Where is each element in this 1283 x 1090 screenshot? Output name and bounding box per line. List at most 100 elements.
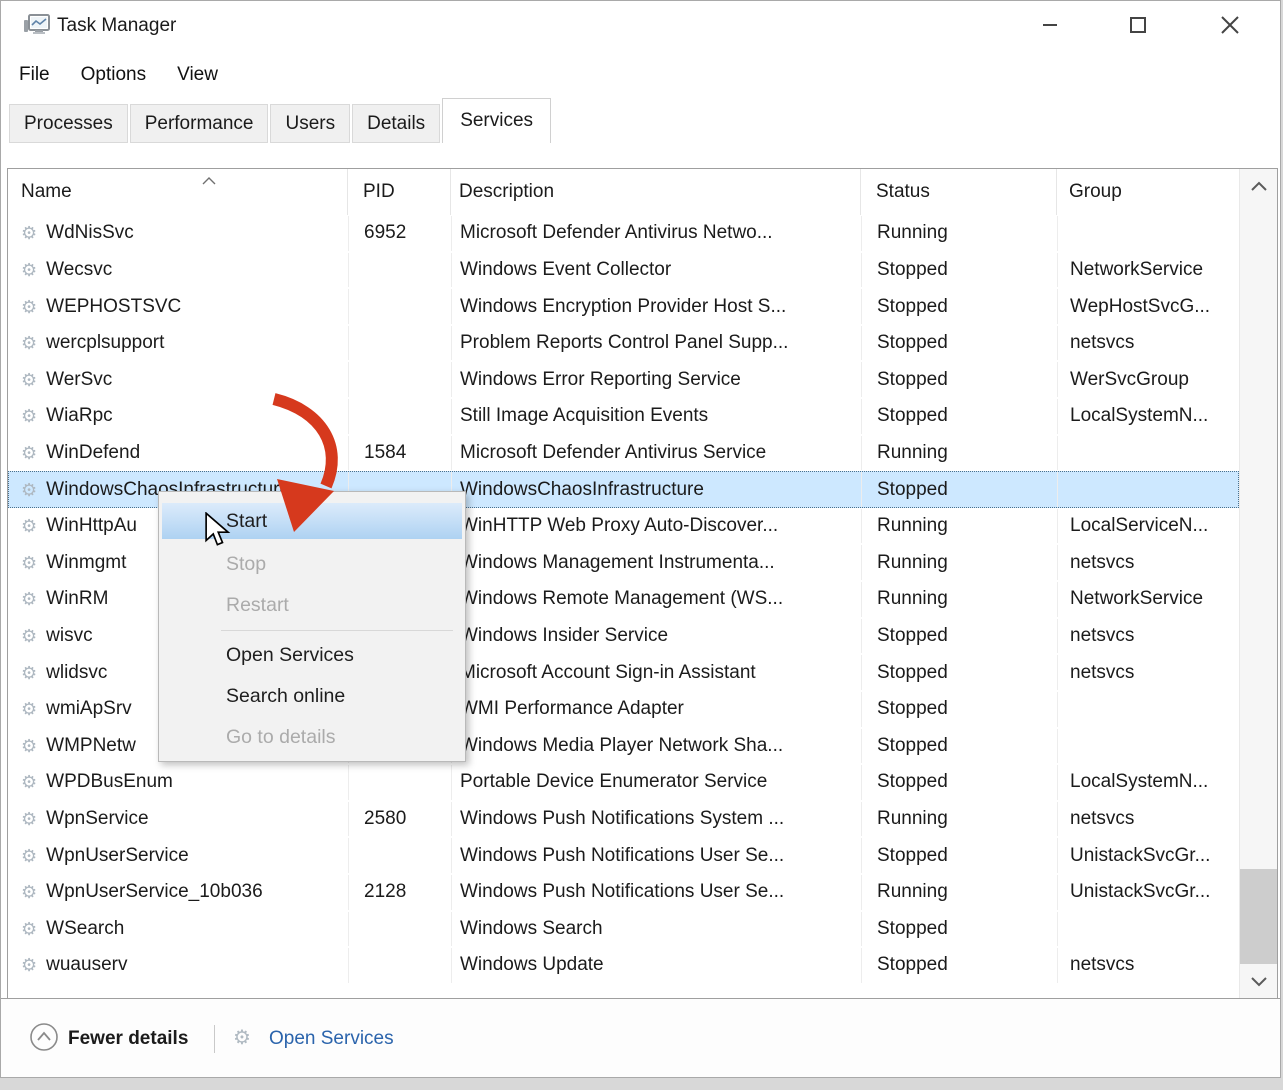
tab-strip: Processes Performance Users Details Serv… <box>9 98 553 143</box>
menubar-item-file[interactable]: File <box>19 64 50 86</box>
service-name: wuauserv <box>46 954 127 976</box>
service-gear-icon: ⚙ <box>21 261 37 279</box>
context-menu: Start Stop Restart Open Services Search … <box>158 491 466 762</box>
service-description: Windows Error Reporting Service <box>452 362 862 397</box>
service-group <box>1058 692 1238 727</box>
service-pid <box>349 912 452 947</box>
service-group: LocalSystemN... <box>1058 765 1238 800</box>
service-gear-icon: ⚙ <box>21 847 37 865</box>
column-header-group[interactable]: Group <box>1057 169 1239 215</box>
service-name: WinHttpAu <box>46 515 137 537</box>
service-row[interactable]: ⚙ wercplsupport Problem Reports Control … <box>8 325 1239 362</box>
service-group <box>1058 216 1238 251</box>
service-group <box>1058 729 1238 764</box>
service-status: Running <box>862 582 1058 617</box>
service-group: UnistackSvcGr... <box>1058 838 1238 873</box>
close-button[interactable] <box>1199 1 1261 49</box>
service-row[interactable]: ⚙ WerSvc Windows Error Reporting Service… <box>8 361 1239 398</box>
service-status: Stopped <box>862 253 1058 288</box>
menubar-item-options[interactable]: Options <box>81 64 146 86</box>
service-group: netsvcs <box>1058 802 1238 837</box>
service-row[interactable]: ⚙ Wecsvc Windows Event Collector Stopped… <box>8 252 1239 289</box>
service-description: WinHTTP Web Proxy Auto-Discover... <box>452 509 862 544</box>
service-pid <box>349 399 452 434</box>
fewer-details-button[interactable]: Fewer details <box>68 999 188 1078</box>
context-menu-item-restart[interactable]: Restart <box>159 585 465 626</box>
service-status: Running <box>862 545 1058 580</box>
vertical-scrollbar[interactable] <box>1239 169 1277 998</box>
service-gear-icon: ⚙ <box>21 810 37 828</box>
column-header-description[interactable]: Description <box>451 169 861 215</box>
service-name: WinRM <box>46 588 108 610</box>
service-name: WerSvc <box>46 369 112 391</box>
service-group: NetworkService <box>1058 253 1238 288</box>
service-row[interactable]: ⚙ wuauserv Windows Update Stopped netsvc… <box>8 947 1239 984</box>
chevron-up-circle-icon <box>29 1022 59 1057</box>
service-description: Still Image Acquisition Events <box>452 399 862 434</box>
service-pid: 2580 <box>349 802 452 837</box>
service-gear-icon: ⚙ <box>21 444 37 462</box>
service-status: Stopped <box>862 472 1058 507</box>
open-services-link[interactable]: Open Services <box>269 999 394 1078</box>
service-description: Windows Push Notifications User Se... <box>452 875 862 910</box>
context-menu-item-start[interactable]: Start <box>162 503 462 539</box>
service-row[interactable]: ⚙ WdNisSvc 6952 Microsoft Defender Antiv… <box>8 215 1239 252</box>
service-name: wisvc <box>46 625 92 647</box>
service-name: WpnUserService <box>46 845 189 867</box>
service-pid <box>349 948 452 983</box>
service-name: WinDefend <box>46 442 140 464</box>
service-description: Microsoft Account Sign-in Assistant <box>452 655 862 690</box>
context-menu-item-go-to-details[interactable]: Go to details <box>159 717 465 758</box>
tab-processes[interactable]: Processes <box>9 104 128 143</box>
title-bar: Task Manager <box>1 1 1280 51</box>
sort-ascending-icon <box>201 170 217 192</box>
service-gear-icon: ⚙ <box>21 883 37 901</box>
footer-bar: Fewer details ⚙ Open Services <box>1 998 1280 1077</box>
service-status: Stopped <box>862 765 1058 800</box>
context-menu-item-stop[interactable]: Stop <box>159 544 465 585</box>
service-group: UnistackSvcGr... <box>1058 875 1238 910</box>
scroll-up-icon[interactable] <box>1240 173 1277 199</box>
minimize-button[interactable] <box>1019 1 1081 49</box>
service-group: netsvcs <box>1058 948 1238 983</box>
service-name: WiaRpc <box>46 405 113 427</box>
service-row[interactable]: ⚙ WPDBusEnum Portable Device Enumerator … <box>8 764 1239 801</box>
service-name: WdNisSvc <box>46 222 134 244</box>
service-row[interactable]: ⚙ WiaRpc Still Image Acquisition Events … <box>8 398 1239 435</box>
service-row[interactable]: ⚙ WSearch Windows Search Stopped <box>8 911 1239 948</box>
service-status: Stopped <box>862 692 1058 727</box>
service-name: WEPHOSTSVC <box>46 296 181 318</box>
column-header-status[interactable]: Status <box>861 169 1057 215</box>
tab-services[interactable]: Services <box>442 98 551 143</box>
service-description: WMI Performance Adapter <box>452 692 862 727</box>
task-manager-window: Task Manager File Options View <box>0 0 1281 1078</box>
menu-bar: File Options View <box>19 59 218 91</box>
service-status: Stopped <box>862 619 1058 654</box>
context-menu-item-search-online[interactable]: Search online <box>159 676 465 717</box>
tab-performance[interactable]: Performance <box>130 104 269 143</box>
service-description: Windows Encryption Provider Host S... <box>452 289 862 324</box>
menubar-item-view[interactable]: View <box>177 64 218 86</box>
service-row[interactable]: ⚙ WEPHOSTSVC Windows Encryption Provider… <box>8 288 1239 325</box>
context-menu-item-open-services[interactable]: Open Services <box>159 635 465 676</box>
service-pid <box>349 838 452 873</box>
scrollbar-thumb[interactable] <box>1240 869 1277 964</box>
column-header-name[interactable]: Name <box>8 169 348 215</box>
scroll-down-icon[interactable] <box>1240 968 1277 994</box>
tab-details[interactable]: Details <box>352 104 440 143</box>
service-row[interactable]: ⚙ WpnUserService_10b036 2128 Windows Pus… <box>8 874 1239 911</box>
service-name: wlidsvc <box>46 662 107 684</box>
service-row[interactable]: ⚙ WinDefend 1584 Microsoft Defender Anti… <box>8 435 1239 472</box>
service-row[interactable]: ⚙ WpnService 2580 Windows Push Notificat… <box>8 801 1239 838</box>
tab-users[interactable]: Users <box>270 104 350 143</box>
service-group: NetworkService <box>1058 582 1238 617</box>
service-gear-icon: ⚙ <box>21 627 37 645</box>
column-header-pid[interactable]: PID <box>348 169 451 215</box>
service-row[interactable]: ⚙ WpnUserService Windows Push Notificati… <box>8 837 1239 874</box>
maximize-button[interactable] <box>1107 1 1169 49</box>
service-pid: 6952 <box>349 216 452 251</box>
service-name: wmiApSrv <box>46 698 132 720</box>
service-status: Stopped <box>862 326 1058 361</box>
service-status: Stopped <box>862 729 1058 764</box>
service-group: WepHostSvcG... <box>1058 289 1238 324</box>
